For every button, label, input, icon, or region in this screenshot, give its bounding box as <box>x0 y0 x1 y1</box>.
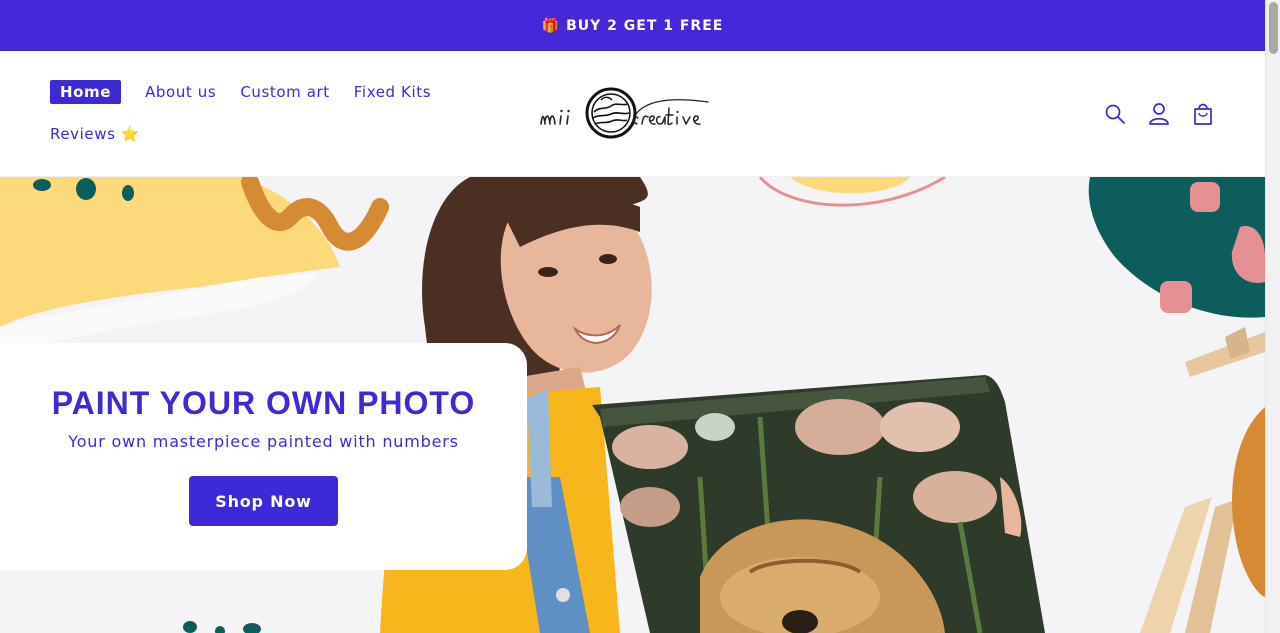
nav-custom-art[interactable]: Custom art <box>240 83 329 101</box>
brand-logo[interactable] <box>538 84 720 142</box>
scrollbar-thumb[interactable] <box>1269 2 1278 54</box>
announcement-text: BUY 2 GET 1 FREE <box>566 17 724 34</box>
shop-now-button[interactable]: Shop Now <box>189 476 338 526</box>
nav-about-us[interactable]: About us <box>145 83 216 101</box>
announcement-bar: 🎁 BUY 2 GET 1 FREE <box>0 0 1265 51</box>
nav-fixed-kits[interactable]: Fixed Kits <box>354 83 431 101</box>
cart-icon[interactable] <box>1188 99 1218 129</box>
nav-home[interactable]: Home <box>50 80 122 104</box>
logo-mark <box>540 87 709 139</box>
hero-title: PAINT YOUR OWN PHOTO <box>51 385 476 421</box>
account-icon[interactable] <box>1144 99 1174 129</box>
main-nav: Home About us Custom art Fixed Kits Revi… <box>50 79 450 147</box>
gift-icon: 🎁 <box>541 17 561 34</box>
hero-banner: PAINT YOUR OWN PHOTO Your own masterpiec… <box>0 177 1265 633</box>
hero-subtitle: Your own masterpiece painted with number… <box>68 432 459 451</box>
hero-text-card: PAINT YOUR OWN PHOTO Your own masterpiec… <box>0 343 527 570</box>
site-header: Home About us Custom art Fixed Kits Revi… <box>0 51 1265 177</box>
search-icon[interactable] <box>1100 99 1130 129</box>
scrollbar[interactable] <box>1265 0 1280 633</box>
nav-reviews[interactable]: Reviews ⭐ <box>50 125 140 143</box>
header-icons <box>1100 99 1232 129</box>
